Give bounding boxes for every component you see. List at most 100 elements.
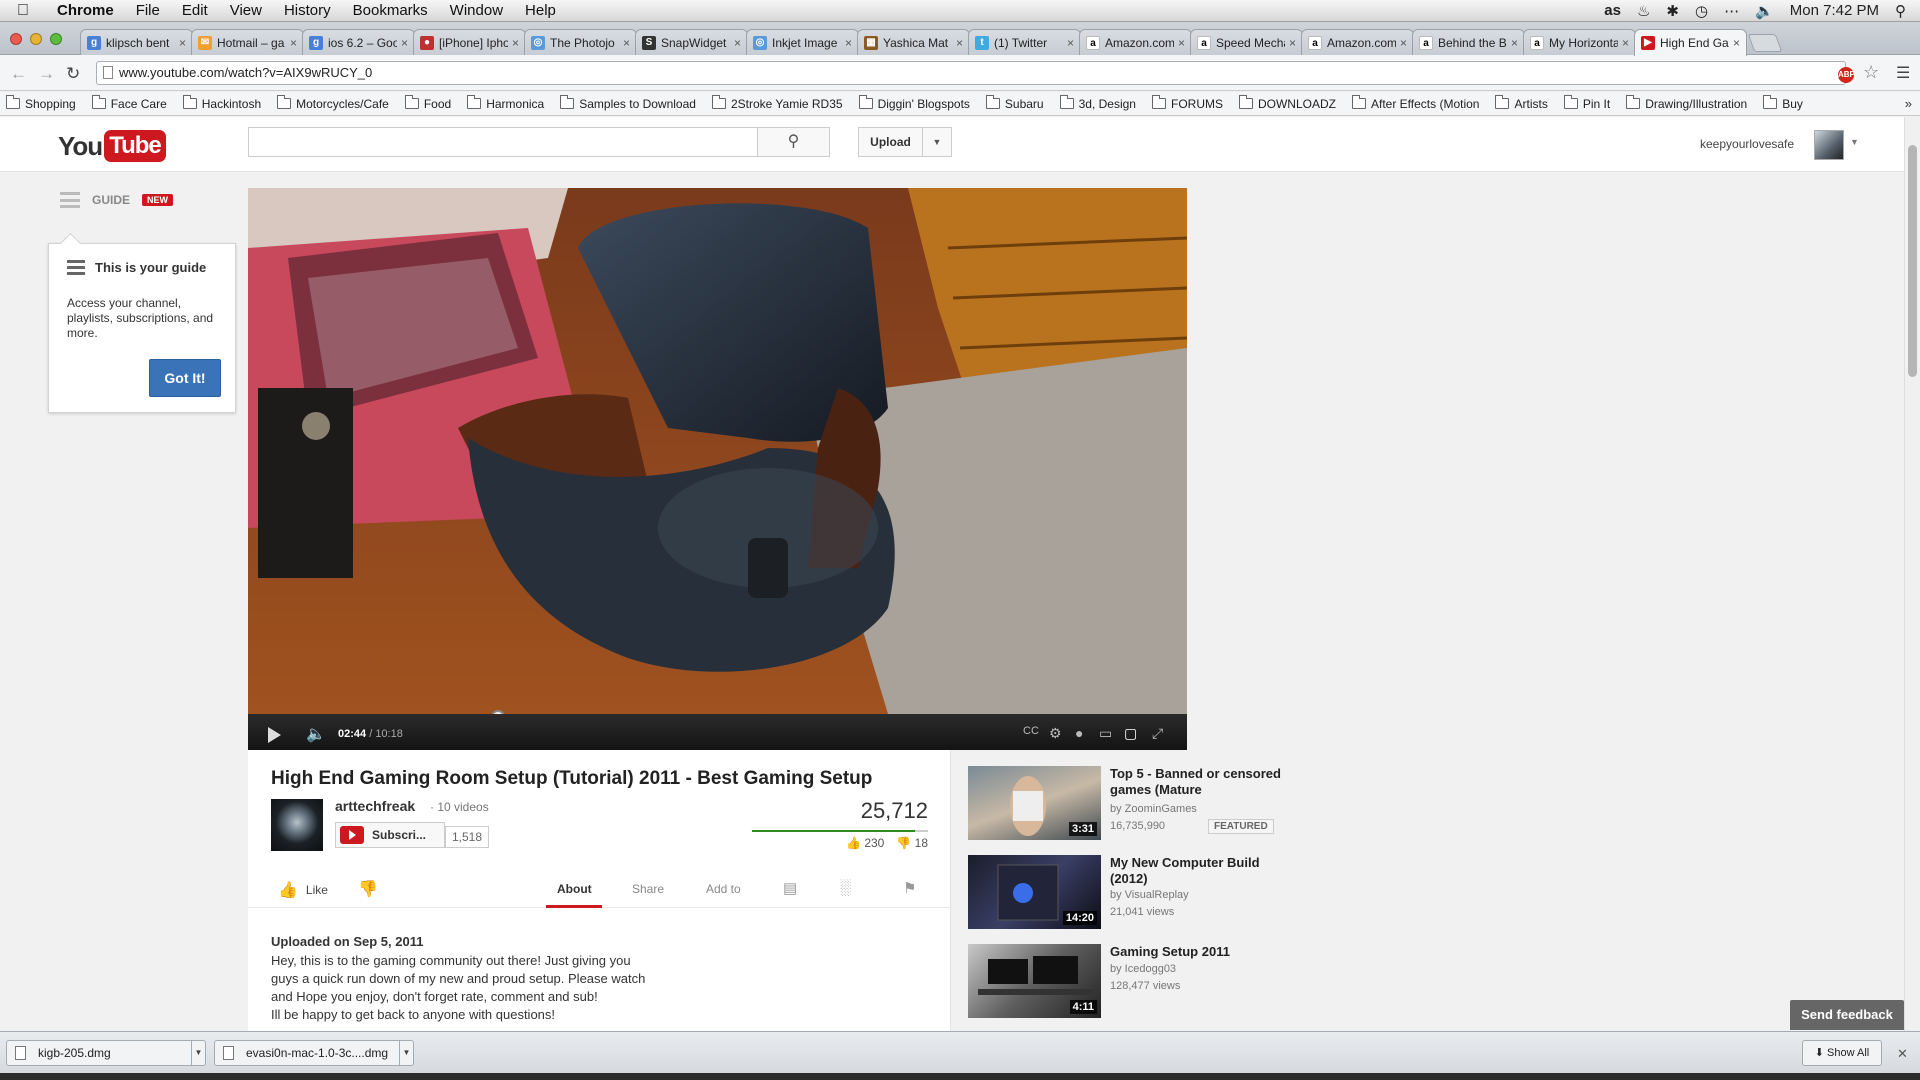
- menu-file[interactable]: File: [125, 2, 171, 19]
- upload-button[interactable]: Upload ▼: [858, 127, 952, 157]
- chrome-menu-icon[interactable]: ☰: [1896, 63, 1910, 83]
- adblock-icon[interactable]: ABP: [1838, 67, 1855, 83]
- bookmark-folder[interactable]: After Effects (Motion: [1351, 95, 1479, 111]
- transcript-icon[interactable]: ▤: [783, 879, 797, 897]
- tab-close-icon[interactable]: ×: [512, 36, 519, 50]
- avatar[interactable]: [1814, 130, 1844, 160]
- menu-window[interactable]: Window: [439, 2, 514, 19]
- browser-tab[interactable]: ▦ Yashica Mat ×: [857, 29, 970, 55]
- tab-close-icon[interactable]: ×: [290, 36, 297, 50]
- like-button[interactable]: 👍 Like: [278, 880, 328, 900]
- related-video[interactable]: 4:11 Gaming Setup 2011 by Icedogg03 128,…: [968, 944, 1308, 1024]
- related-title[interactable]: Top 5 - Banned or censored games (Mature: [1110, 766, 1290, 798]
- large-player-icon[interactable]: ▢: [1124, 725, 1137, 742]
- channel-name[interactable]: arttechfreak: [335, 798, 415, 814]
- tab-close-icon[interactable]: ×: [845, 36, 852, 50]
- bookmark-folder[interactable]: DOWNLOADZ: [1238, 95, 1336, 111]
- search-button[interactable]: ⚲: [758, 127, 830, 157]
- tab-share[interactable]: Share: [632, 882, 664, 896]
- tab-close-icon[interactable]: ×: [1733, 36, 1740, 50]
- scrollbar-thumb[interactable]: [1908, 145, 1917, 377]
- fullscreen-icon[interactable]: ⤢: [1152, 725, 1163, 742]
- page-scrollbar[interactable]: [1904, 117, 1920, 1031]
- download-item[interactable]: kigb-205.dmg ▼: [6, 1040, 206, 1066]
- wifi-dots-icon[interactable]: ⋯: [1724, 2, 1739, 20]
- video-player[interactable]: 🔈 02:44 / 10:18 CC ⚙ ● ▭ ▢ ⤢: [248, 188, 1187, 750]
- settings-gear-icon[interactable]: ⚙: [1049, 725, 1062, 742]
- browser-tab[interactable]: ✉ Hotmail – ga ×: [191, 29, 304, 55]
- tab-close-icon[interactable]: ×: [1178, 36, 1185, 50]
- play-icon[interactable]: [268, 727, 281, 743]
- download-item[interactable]: evasi0n-mac-1.0-3c....dmg ▼: [214, 1040, 414, 1066]
- tab-add-to[interactable]: Add to: [706, 882, 741, 896]
- new-tab-button[interactable]: [1747, 34, 1783, 52]
- captions-icon[interactable]: CC: [1023, 725, 1039, 737]
- bookmark-folder[interactable]: Face Care: [91, 95, 167, 111]
- zoom-window-icon[interactable]: [50, 33, 62, 45]
- bookmark-folder[interactable]: Pin It: [1563, 95, 1610, 111]
- browser-tab[interactable]: a My Horizonta ×: [1523, 29, 1636, 55]
- bookmark-folder[interactable]: FORUMS: [1151, 95, 1223, 111]
- related-thumbnail[interactable]: 14:20: [968, 855, 1101, 929]
- browser-tab[interactable]: ◎ Inkjet Image ×: [746, 29, 859, 55]
- show-all-downloads-button[interactable]: ⬇ Show All: [1802, 1040, 1882, 1066]
- flag-icon[interactable]: ⚑: [903, 879, 916, 897]
- upload-dropdown-icon[interactable]: ▼: [923, 137, 951, 147]
- menu-view[interactable]: View: [219, 2, 273, 19]
- subscribe-button[interactable]: Subscri...: [335, 822, 445, 848]
- account-username[interactable]: keepyourlovesafe: [1700, 137, 1794, 151]
- lastfm-icon[interactable]: as: [1604, 2, 1621, 19]
- menu-app-chrome[interactable]: Chrome: [46, 2, 125, 19]
- bluetooth-icon[interactable]: ✱: [1666, 2, 1679, 20]
- menu-help[interactable]: Help: [514, 2, 567, 19]
- tab-close-icon[interactable]: ×: [179, 36, 186, 50]
- tab-close-icon[interactable]: ×: [734, 36, 741, 50]
- volume-icon[interactable]: 🔈: [1755, 2, 1774, 20]
- bookmark-folder[interactable]: 2Stroke Yamie RD35: [711, 95, 843, 111]
- tab-close-icon[interactable]: ×: [1400, 36, 1407, 50]
- minimize-window-icon[interactable]: [30, 33, 42, 45]
- bookmark-folder[interactable]: Artists: [1495, 95, 1548, 111]
- browser-tab[interactable]: a Speed Mecha ×: [1190, 29, 1303, 55]
- bookmark-folder[interactable]: Shopping: [6, 95, 76, 111]
- forward-arrow-icon[interactable]: →: [38, 64, 55, 84]
- guide-toggle[interactable]: GUIDE NEW: [60, 192, 174, 208]
- browser-tab[interactable]: S SnapWidget ×: [635, 29, 748, 55]
- menu-bookmarks[interactable]: Bookmarks: [342, 2, 439, 19]
- browser-tab[interactable]: t (1) Twitter ×: [968, 29, 1081, 55]
- close-shelf-icon[interactable]: ✕: [1897, 1046, 1908, 1062]
- bookmark-folder[interactable]: Samples to Download: [560, 95, 696, 111]
- annotations-icon[interactable]: ●: [1075, 725, 1083, 741]
- address-bar[interactable]: www.youtube.com/watch?v=AIX9wRUCY_0: [96, 61, 1846, 85]
- download-menu-icon[interactable]: ▼: [191, 1041, 205, 1065]
- menubar-clock[interactable]: Mon 7:42 PM: [1790, 2, 1879, 19]
- apple-menu-icon[interactable]: : [0, 2, 46, 20]
- bookmark-folder[interactable]: Motorcycles/Cafe: [277, 95, 389, 111]
- browser-tab[interactable]: a Behind the B ×: [1412, 29, 1525, 55]
- youtube-logo[interactable]: You Tube: [58, 130, 166, 162]
- spotlight-icon[interactable]: ⚲: [1895, 2, 1906, 20]
- related-title[interactable]: My New Computer Build (2012): [1110, 855, 1290, 887]
- related-title[interactable]: Gaming Setup 2011: [1110, 944, 1290, 960]
- tab-about[interactable]: About: [557, 882, 592, 896]
- bookmarks-overflow-icon[interactable]: »: [1905, 96, 1912, 111]
- bookmark-folder[interactable]: Food: [404, 95, 451, 111]
- menu-edit[interactable]: Edit: [171, 2, 219, 19]
- browser-tab[interactable]: g klipsch bent ×: [80, 29, 193, 55]
- small-player-icon[interactable]: ▭: [1099, 725, 1112, 742]
- search-input[interactable]: [248, 127, 758, 157]
- video-frame[interactable]: [248, 188, 1187, 714]
- close-window-icon[interactable]: [10, 33, 22, 45]
- tab-close-icon[interactable]: ×: [1622, 36, 1629, 50]
- flame-icon[interactable]: ♨: [1637, 2, 1650, 20]
- browser-tab[interactable]: ◎ The Photojo ×: [524, 29, 637, 55]
- bookmark-folder[interactable]: Diggin' Blogspots: [858, 95, 970, 111]
- reload-icon[interactable]: ↻: [66, 64, 80, 84]
- bookmark-star-icon[interactable]: ☆: [1863, 62, 1879, 83]
- browser-tab[interactable]: a Amazon.com ×: [1079, 29, 1192, 55]
- bookmark-folder[interactable]: Hackintosh: [182, 95, 261, 111]
- tab-close-icon[interactable]: ×: [401, 36, 408, 50]
- got-it-button[interactable]: Got It!: [149, 359, 221, 397]
- tab-close-icon[interactable]: ×: [623, 36, 630, 50]
- channel-video-count[interactable]: · 10 videos: [430, 800, 489, 814]
